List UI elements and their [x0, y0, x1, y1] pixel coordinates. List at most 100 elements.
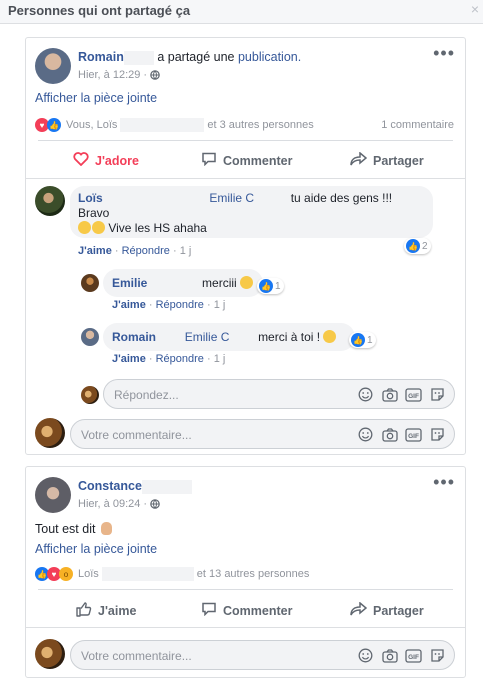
author-name[interactable]: Romain: [78, 50, 124, 64]
divider: [38, 140, 453, 141]
comment-text: tu aide des gens !!!: [290, 191, 393, 205]
more-options-icon[interactable]: •••: [433, 473, 455, 491]
smile-emoji-icon: [323, 330, 337, 343]
post-body: Tout est dit: [35, 522, 96, 536]
reply-author[interactable]: Emilie: [112, 276, 147, 290]
gif-label: GIF: [408, 433, 419, 440]
globe-icon: [150, 70, 160, 83]
love-label: J'adore: [95, 153, 139, 168]
camera-icon[interactable]: [381, 386, 398, 403]
share-icon: [350, 601, 368, 619]
gif-icon[interactable]: GIF: [405, 426, 422, 443]
publication-link[interactable]: publication.: [238, 50, 301, 64]
redacted-name: [101, 567, 194, 581]
camera-icon[interactable]: [381, 426, 398, 443]
comment-button[interactable]: Commenter: [201, 602, 292, 619]
divider: [26, 627, 465, 628]
shared-post-romain: Romain a partagé une publication. Hier, …: [25, 37, 466, 455]
emoji-icon[interactable]: [357, 426, 374, 443]
reply-link[interactable]: Répondre: [122, 245, 170, 257]
gif-icon[interactable]: GIF: [405, 647, 422, 664]
attachment-link[interactable]: Afficher la pièce jointe: [35, 542, 157, 556]
redacted-name: [120, 118, 205, 132]
comment-input[interactable]: Votre commentaire... GIF: [70, 419, 455, 449]
comment-author[interactable]: Loïs: [78, 191, 103, 205]
avatar[interactable]: [81, 274, 99, 292]
reaction-count: 1: [367, 334, 373, 346]
reply-age[interactable]: 1 j: [214, 299, 226, 311]
redacted-name: [257, 191, 288, 206]
like-link[interactable]: J'aime: [78, 245, 112, 257]
comment-icon: [201, 602, 217, 619]
shares-list[interactable]: Romain a partagé une publication. Hier, …: [0, 25, 483, 684]
divider: [26, 178, 465, 179]
like-link[interactable]: J'aime: [112, 299, 146, 311]
comment-button[interactable]: Commenter: [201, 152, 292, 169]
reply-link[interactable]: Répondre: [156, 299, 204, 311]
post-time[interactable]: Hier, à 09:24 ·: [78, 498, 150, 510]
reactors-text[interactable]: Loïs: [78, 568, 99, 580]
divider: [38, 589, 453, 590]
comment-count[interactable]: 1 commentaire: [381, 119, 454, 131]
reaction-count: 1: [275, 280, 281, 292]
like-link[interactable]: J'aime: [112, 353, 146, 365]
emoji-icon[interactable]: [357, 647, 374, 664]
share-label: Partager: [373, 603, 424, 618]
share-label: Partager: [373, 153, 424, 168]
comment-age[interactable]: 1 j: [180, 245, 192, 257]
shared-text: a partagé une: [157, 50, 235, 64]
gif-label: GIF: [408, 393, 419, 400]
reply-link[interactable]: Répondre: [156, 353, 204, 365]
sticker-icon[interactable]: [429, 426, 446, 443]
ok-hand-emoji-icon: [100, 522, 112, 535]
reactors-count[interactable]: et 13 autres personnes: [197, 568, 310, 580]
close-icon[interactable]: ×: [471, 1, 479, 17]
dialog-header: Personnes qui ont partagé ça ×: [0, 0, 483, 24]
avatar[interactable]: [35, 477, 71, 513]
reply-reactions[interactable]: 👍 1: [257, 278, 284, 294]
comment-text-line: Vive les HS ahaha: [108, 221, 207, 235]
more-options-icon[interactable]: •••: [433, 44, 455, 62]
avatar[interactable]: [35, 186, 65, 216]
smile-emoji-icon: [240, 276, 254, 289]
avatar[interactable]: [81, 328, 99, 346]
sticker-icon[interactable]: [429, 647, 446, 664]
post-time[interactable]: Hier, à 12:29 ·: [78, 69, 150, 81]
reply-bubble: Romain Emilie C merci à toi !: [103, 323, 355, 351]
comment-input[interactable]: Votre commentaire... GIF: [70, 640, 455, 670]
sticker-icon[interactable]: [429, 386, 446, 403]
reactors-text[interactable]: Vous, Loïs: [66, 119, 117, 131]
comment-reactions[interactable]: 👍 2: [404, 238, 431, 254]
reply-reactions[interactable]: 👍 1: [349, 332, 376, 348]
share-button[interactable]: Partager: [350, 601, 424, 619]
like-label: J'aime: [98, 604, 137, 618]
redacted-name: [150, 276, 199, 291]
dialog-title: Personnes qui ont partagé ça: [8, 3, 191, 18]
reply-text: merci à toi !: [258, 330, 321, 344]
avatar[interactable]: [35, 48, 71, 84]
camera-icon[interactable]: [381, 647, 398, 664]
emoji-icon[interactable]: [357, 386, 374, 403]
reply-input[interactable]: Répondez... GIF: [103, 379, 455, 409]
mention-link[interactable]: Emilie C: [209, 191, 254, 205]
comment-label: Commenter: [223, 603, 293, 618]
like-reaction-icon: 👍: [47, 118, 61, 132]
love-button[interactable]: J'adore: [73, 152, 139, 169]
attachment-link[interactable]: Afficher la pièce jointe: [35, 91, 157, 105]
like-reaction-icon: 👍: [259, 279, 273, 293]
like-button[interactable]: J'aime: [76, 602, 136, 620]
shared-post-constance: Constance Hier, à 09:24 · ••• Tout est d…: [25, 466, 466, 678]
reply-bubble: Emilie merciii: [103, 269, 263, 297]
avatar: [35, 418, 65, 448]
share-button[interactable]: Partager: [350, 151, 424, 169]
redacted-name: [141, 479, 192, 494]
comment-icon: [201, 152, 217, 169]
mention-link[interactable]: Emilie C: [185, 330, 230, 344]
reply-age[interactable]: 1 j: [214, 353, 226, 365]
gif-icon[interactable]: GIF: [405, 386, 422, 403]
comment-placeholder: Votre commentaire...: [81, 428, 192, 442]
author-name[interactable]: Constance: [78, 479, 142, 493]
reply-author[interactable]: Romain: [112, 330, 156, 344]
reactors-count[interactable]: et 3 autres personnes: [207, 119, 313, 131]
love-icon: [73, 152, 89, 169]
